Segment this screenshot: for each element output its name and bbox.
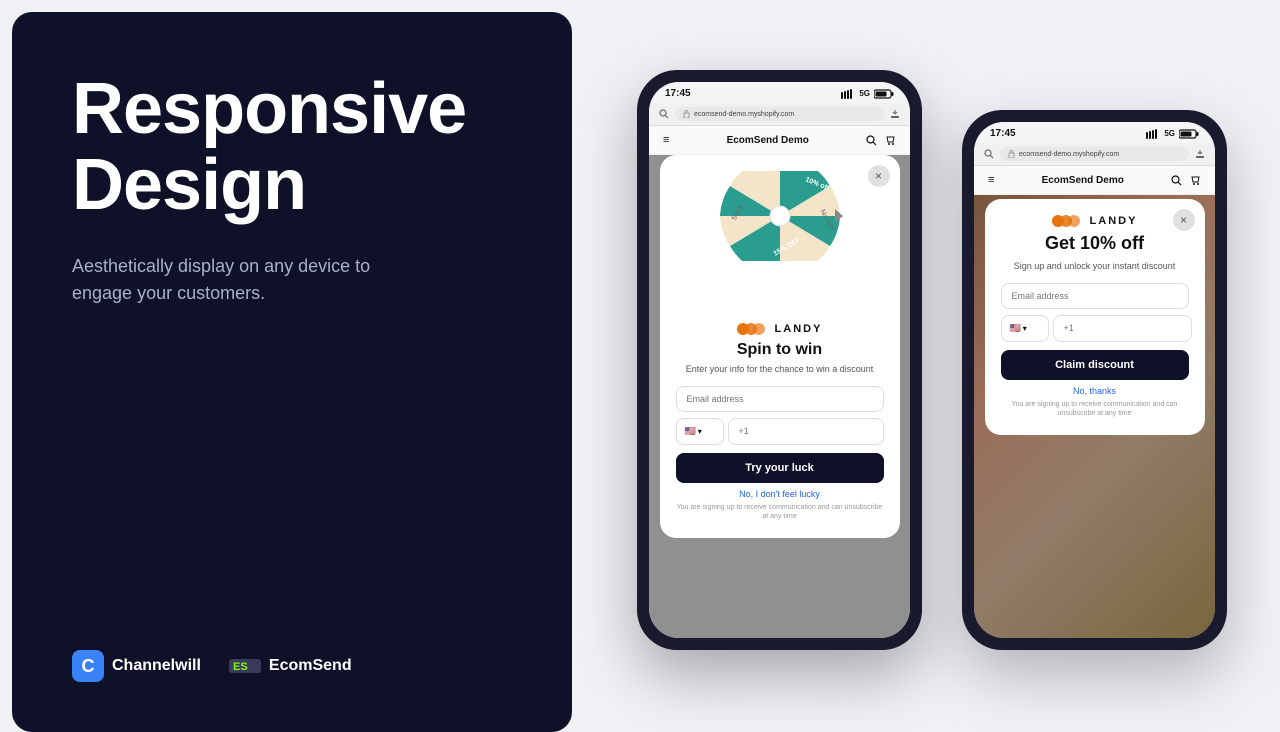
ecomsend-logo: ES	[229, 655, 261, 677]
left-panel: Responsive Design Aesthetically display …	[12, 12, 572, 732]
phone1-email-input[interactable]	[676, 386, 884, 412]
phone1-signal: 5G	[859, 89, 870, 98]
phone2-nav: ≡ EcomSend Demo	[974, 166, 1215, 195]
phone2-browser-bar: ecomsend-demo.myshopify.com	[974, 143, 1215, 166]
spin-wheel-container: 10% off No luck 15% OFF Sorry	[715, 171, 845, 261]
phone1-status-icons: 5G	[841, 89, 894, 99]
phone1-content: ×	[649, 155, 910, 638]
phone1-modal-overlay: ×	[649, 155, 910, 638]
phone1-modal-subtitle: Enter your info for the chance to win a …	[676, 363, 884, 376]
phone1-status-bar: 17:45 5G	[649, 82, 910, 103]
phone1: 17:45 5G ecomsend-demo.myshopify.com	[637, 70, 922, 650]
phone2-url-bar: ecomsend-demo.myshopify.com	[1000, 147, 1189, 161]
phone1-time: 17:45	[665, 88, 691, 99]
phone2-flag-select[interactable]: 🇺🇸 ▾	[1001, 315, 1049, 342]
phone2: 17:45 5G ecomsend-demo.myshopify.com	[962, 110, 1227, 650]
phone2-email-input[interactable]	[1001, 283, 1189, 309]
phone1-flag-select[interactable]: 🇺🇸 ▾	[676, 418, 724, 445]
headline-block: Responsive Design Aesthetically display …	[72, 72, 512, 307]
channelwill-name: Channelwill	[112, 657, 201, 675]
phone1-phone-input[interactable]	[728, 418, 884, 445]
phone2-cta-button[interactable]: Claim discount	[1001, 350, 1189, 380]
phone1-secondary-link[interactable]: No, I don't feel lucky	[676, 489, 884, 499]
phone2-signal: 5G	[1164, 129, 1175, 138]
phone1-screen: 17:45 5G ecomsend-demo.myshopify.com	[649, 82, 910, 638]
hamburger-icon: ≡	[663, 134, 669, 146]
phone2-phone-row: 🇺🇸 ▾	[1001, 315, 1189, 342]
phone1-url: ecomsend-demo.myshopify.com	[694, 111, 794, 118]
phone2-url: ecomsend-demo.myshopify.com	[1019, 151, 1119, 158]
phone2-close-button[interactable]: ×	[1173, 209, 1195, 231]
headline-line1: Responsive	[72, 69, 466, 149]
phone1-browser-bar: ecomsend-demo.myshopify.com	[649, 103, 910, 126]
headline-line2: Design	[72, 145, 306, 225]
brands-row: C Channelwill ES EcomSend	[72, 650, 512, 682]
phone2-status-bar: 17:45 5G	[974, 122, 1215, 143]
ecomsend-name: EcomSend	[269, 657, 352, 675]
phone1-close-button[interactable]: ×	[868, 165, 890, 187]
phone2-modal-overlay: × LANDY Get 10% o	[974, 195, 1215, 638]
phone1-modal-title: Spin to win	[676, 341, 884, 359]
phone2-legal-text: You are signing up to receive communicat…	[1001, 400, 1189, 420]
phone1-url-bar: ecomsend-demo.myshopify.com	[675, 107, 884, 121]
phone2-store-name: EcomSend Demo	[1042, 175, 1124, 186]
phone2-brand-name: LANDY	[1090, 215, 1138, 227]
channelwill-logo: C	[72, 650, 104, 682]
hamburger-icon-2: ≡	[988, 174, 994, 186]
phone2-content: × LANDY Get 10% o	[974, 195, 1215, 638]
landy-logo: LANDY	[676, 323, 884, 335]
phone1-modal-card: ×	[660, 155, 900, 538]
phone1-legal-text: You are signing up to receive communicat…	[676, 503, 884, 523]
ecomsend-brand: ES EcomSend	[229, 655, 352, 677]
phone1-brand-name: LANDY	[775, 323, 823, 335]
phone2-screen: 17:45 5G ecomsend-demo.myshopify.com	[974, 122, 1215, 638]
phone2-modal-offer: Get 10% off	[1001, 233, 1189, 254]
phone1-cta-button[interactable]: Try your luck	[676, 453, 884, 483]
phone2-modal-subtitle: Sign up and unlock your instant discount	[1001, 260, 1189, 273]
subtitle: Aesthetically display on any device to e…	[72, 253, 372, 307]
phone2-secondary-link[interactable]: No, thanks	[1001, 386, 1189, 396]
channelwill-brand: C Channelwill	[72, 650, 201, 682]
nav-icons	[866, 135, 896, 146]
headline: Responsive Design	[72, 72, 512, 223]
phone2-phone-input[interactable]	[1053, 315, 1192, 342]
phone1-nav: ≡ EcomSend Demo	[649, 126, 910, 155]
phone2-time: 17:45	[990, 128, 1016, 139]
phone1-wrapper: 17:45 5G ecomsend-demo.myshopify.com	[637, 70, 922, 650]
phone1-phone-row: 🇺🇸 ▾	[676, 418, 884, 445]
phone2-status-icons: 5G	[1146, 129, 1199, 139]
nav-icons-2	[1171, 175, 1201, 186]
phone2-wrapper: 17:45 5G ecomsend-demo.myshopify.com	[962, 70, 1227, 650]
phone2-landy-logo: LANDY	[1001, 215, 1189, 227]
phone2-modal-card: × LANDY Get 10% o	[985, 199, 1205, 435]
right-panel: 17:45 5G ecomsend-demo.myshopify.com	[584, 0, 1280, 720]
svg-text:ES: ES	[233, 661, 248, 673]
phone1-store-name: EcomSend Demo	[727, 135, 809, 146]
